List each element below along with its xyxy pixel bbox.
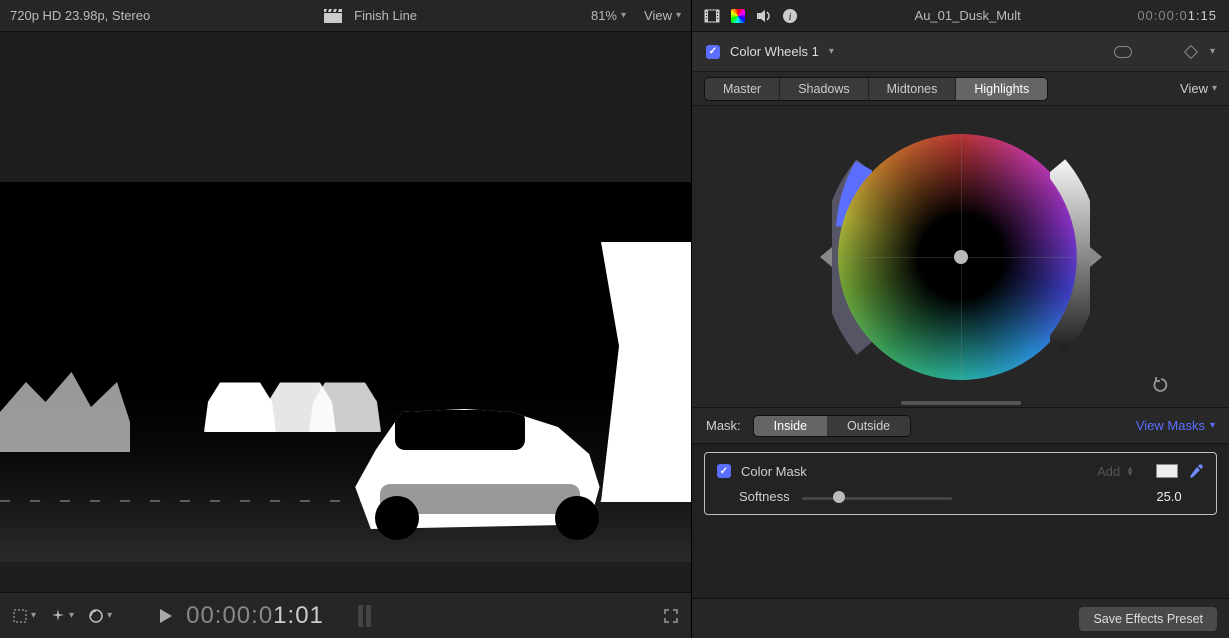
- effect-name[interactable]: Color Wheels 1: [730, 44, 819, 59]
- softness-row: Softness 25.0: [717, 489, 1204, 504]
- color-wheel-puck[interactable]: [954, 250, 968, 264]
- audio-tab-icon[interactable]: [756, 8, 772, 24]
- play-button[interactable]: [160, 609, 172, 623]
- zoom-dropdown[interactable]: 81% ▾: [591, 8, 626, 23]
- color-tab-icon[interactable]: [730, 8, 746, 24]
- viewer-toolbar: ▾ ▾ ▾ 00:00:01:01: [0, 592, 691, 638]
- inspector-panel: i Au_01_Dusk_Mult 00:00:01:15 Color Whee…: [692, 0, 1229, 638]
- mask-inside-outside: Inside Outside: [753, 415, 911, 437]
- info-tab-icon[interactable]: i: [782, 8, 798, 24]
- enhance-dropdown[interactable]: ▾: [50, 608, 74, 624]
- view-masks-label: View Masks: [1136, 418, 1205, 433]
- view-label: View: [644, 8, 672, 23]
- timecode-prefix: 00:00:0: [186, 602, 273, 629]
- stepper-icon: ▲▼: [1126, 466, 1134, 476]
- view-masks-dropdown[interactable]: View Masks ▾: [1136, 418, 1215, 433]
- color-mask-add[interactable]: Add ▲▼: [1097, 464, 1134, 479]
- transform-dropdown[interactable]: ▾: [12, 608, 36, 624]
- viewer-canvas[interactable]: [0, 32, 691, 592]
- tab-midtones[interactable]: Midtones: [869, 78, 957, 100]
- viewer-clip-name: Finish Line: [354, 8, 417, 23]
- chevron-down-icon: ▾: [1210, 420, 1215, 431]
- viewer-panel: 720p HD 23.98p, Stereo Finish Line 81% ▾…: [0, 0, 692, 638]
- mask-outside[interactable]: Outside: [827, 416, 910, 436]
- view-label: View: [1180, 81, 1208, 96]
- inspector-header: i Au_01_Dusk_Mult 00:00:01:15: [692, 0, 1229, 32]
- slider-thumb[interactable]: [833, 491, 845, 503]
- softness-label: Softness: [739, 489, 790, 504]
- brightness-slider[interactable]: [1050, 157, 1090, 357]
- timecode-frames: 1:15: [1188, 8, 1217, 23]
- color-mask-header: Color Mask Add ▲▼: [717, 463, 1204, 479]
- mask-shape-icon[interactable]: [1114, 46, 1132, 58]
- color-mask-name: Color Mask: [741, 464, 807, 479]
- keyframe-icon[interactable]: [1184, 44, 1198, 58]
- clapperboard-icon: [324, 9, 342, 23]
- save-effects-preset-button[interactable]: Save Effects Preset: [1079, 607, 1217, 631]
- inspector-view-dropdown[interactable]: View ▾: [1180, 81, 1217, 96]
- retime-dropdown[interactable]: ▾: [88, 608, 112, 624]
- audio-meters: [358, 605, 371, 627]
- add-label: Add: [1097, 464, 1120, 479]
- chevron-down-icon[interactable]: ▾: [829, 46, 834, 57]
- chevron-down-icon[interactable]: ▾: [1210, 46, 1215, 57]
- tab-highlights[interactable]: Highlights: [956, 78, 1047, 100]
- softness-slider[interactable]: [802, 490, 952, 504]
- viewer-header: 720p HD 23.98p, Stereo Finish Line 81% ▾…: [0, 0, 691, 32]
- softness-value[interactable]: 25.0: [1134, 489, 1204, 504]
- tab-shadows[interactable]: Shadows: [780, 78, 868, 100]
- viewer-timecode[interactable]: 00:00:01:01: [186, 602, 324, 630]
- color-mask-section: Color Mask Add ▲▼ Softness 25.0: [704, 452, 1217, 515]
- mask-label: Mask:: [706, 418, 741, 433]
- effect-header: Color Wheels 1 ▾ ▾: [692, 32, 1229, 72]
- chevron-down-icon: ▾: [31, 610, 36, 621]
- color-wheel[interactable]: [838, 134, 1084, 380]
- tab-master[interactable]: Master: [705, 78, 780, 100]
- reset-icon[interactable]: [1153, 377, 1169, 393]
- chevron-down-icon: ▾: [621, 10, 626, 21]
- inspector-timecode: 00:00:01:15: [1137, 8, 1217, 23]
- chevron-down-icon: ▾: [1212, 83, 1217, 94]
- color-sample-swatch[interactable]: [1156, 464, 1178, 478]
- triangle-left-icon[interactable]: [820, 247, 832, 267]
- inspector-footer: Save Effects Preset: [692, 598, 1229, 638]
- svg-text:i: i: [788, 11, 791, 23]
- preview-image: [0, 182, 691, 562]
- triangle-right-icon[interactable]: [1090, 247, 1102, 267]
- timecode-frames: 1:01: [273, 602, 324, 629]
- chevron-down-icon: ▾: [107, 610, 112, 621]
- wheel-tabs: Master Shadows Midtones Highlights View …: [692, 72, 1229, 106]
- inspector-clip-name: Au_01_Dusk_Mult: [808, 8, 1127, 23]
- zoom-value: 81%: [591, 8, 617, 23]
- fullscreen-icon[interactable]: [663, 608, 679, 624]
- timecode-prefix: 00:00:0: [1137, 8, 1187, 23]
- effect-enabled-checkbox[interactable]: [706, 45, 720, 59]
- viewer-view-dropdown[interactable]: View ▾: [644, 8, 681, 23]
- mask-inside[interactable]: Inside: [754, 416, 827, 436]
- chevron-down-icon: ▾: [676, 10, 681, 21]
- chevron-down-icon: ▾: [69, 610, 74, 621]
- wheel-segmented-control: Master Shadows Midtones Highlights: [704, 77, 1048, 101]
- scroll-indicator[interactable]: [901, 401, 1021, 405]
- color-mask-checkbox[interactable]: [717, 464, 731, 478]
- viewer-format: 720p HD 23.98p, Stereo: [10, 8, 150, 23]
- video-tab-icon[interactable]: [704, 8, 720, 24]
- mask-row: Mask: Inside Outside View Masks ▾: [692, 408, 1229, 444]
- color-wheel-area: [692, 106, 1229, 408]
- eyedropper-icon[interactable]: [1188, 463, 1204, 479]
